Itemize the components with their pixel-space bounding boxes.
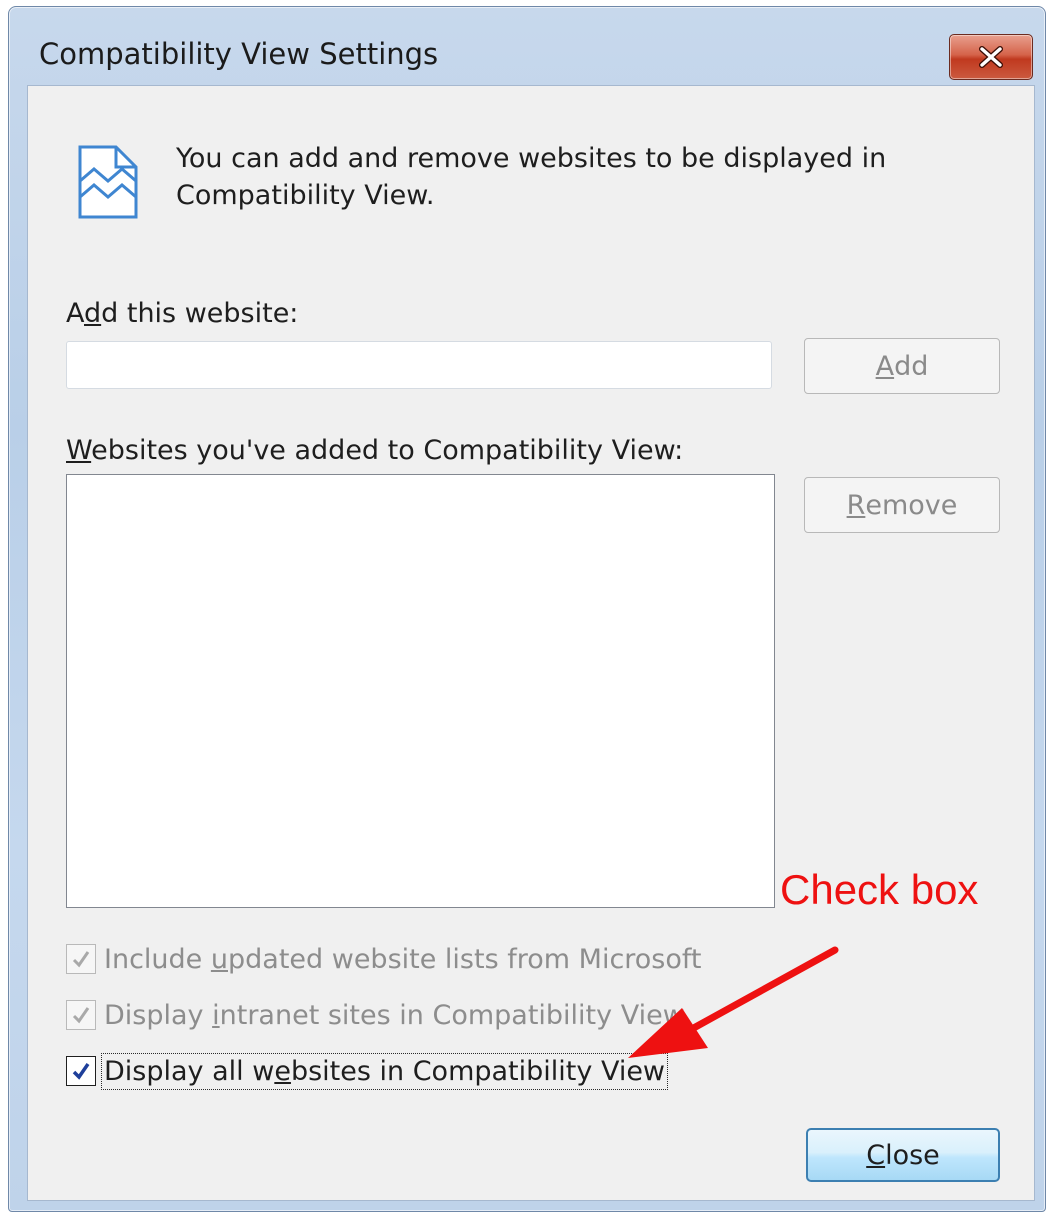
checkmark-icon [72, 1063, 90, 1080]
display-intranet-label: Display intranet sites in Compatibility … [104, 999, 685, 1031]
checkmark-icon [72, 1007, 90, 1024]
include-updated-option[interactable]: Include updated website lists from Micro… [66, 940, 702, 978]
window-close-button[interactable] [949, 34, 1033, 80]
display-all-label: Display all websites in Compatibility Vi… [100, 1052, 669, 1090]
close-button[interactable]: Close [806, 1128, 1000, 1182]
include-updated-checkbox[interactable] [66, 944, 96, 974]
display-all-checkbox[interactable] [66, 1056, 96, 1086]
annotation-label: Check box [780, 866, 979, 913]
display-all-option[interactable]: Display all websites in Compatibility Vi… [66, 1052, 669, 1090]
remove-button[interactable]: Remove [804, 477, 1000, 533]
dialog-client-area: You can add and remove websites to be di… [27, 85, 1035, 1201]
info-text: You can add and remove websites to be di… [176, 143, 887, 211]
checkmark-icon [72, 951, 90, 968]
add-button[interactable]: Add [804, 338, 1000, 394]
add-website-input[interactable] [66, 341, 772, 389]
display-intranet-checkbox[interactable] [66, 1000, 96, 1030]
dialog-window: Compatibility View Settings You can add … [8, 6, 1046, 1212]
display-intranet-option[interactable]: Display intranet sites in Compatibility … [66, 996, 685, 1034]
add-website-label: Add this website: [66, 298, 299, 329]
websites-listbox[interactable] [66, 474, 775, 908]
window-title: Compatibility View Settings [39, 37, 439, 71]
websites-list-label: Websites you've added to Compatibility V… [66, 435, 684, 466]
compatibility-view-icon [78, 145, 138, 219]
include-updated-label: Include updated website lists from Micro… [104, 943, 702, 975]
annotation-arrow-icon [628, 946, 839, 1058]
close-icon [979, 46, 1003, 68]
title-bar[interactable]: Compatibility View Settings [9, 7, 1045, 93]
